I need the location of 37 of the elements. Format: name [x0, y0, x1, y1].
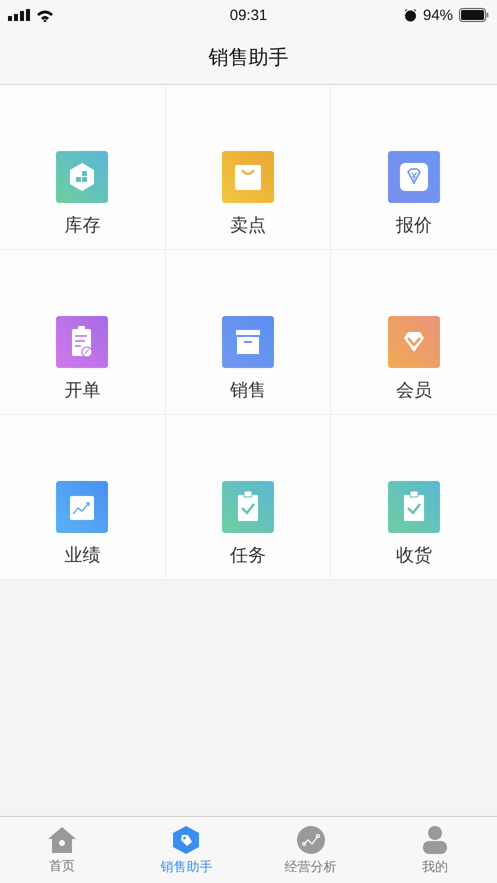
feature-tile[interactable]: 库存: [0, 85, 166, 250]
tile-label: 销售: [230, 379, 266, 402]
tile-label: 开单: [64, 379, 100, 402]
tile-label: 收货: [396, 544, 432, 567]
shopping-bag-icon: [222, 151, 274, 203]
home-icon: [47, 826, 78, 854]
tab-item[interactable]: 我的: [372, 817, 497, 883]
tile-label: 库存: [64, 214, 100, 237]
clipboard-pen-icon: [56, 316, 108, 368]
trend-chart-icon: [56, 481, 108, 533]
diamond-badge-icon: [388, 151, 440, 203]
tag-icon: [172, 824, 200, 854]
stock-icon: [56, 151, 108, 203]
tab-item[interactable]: 经营分析: [248, 817, 373, 883]
person-icon: [420, 824, 449, 854]
tile-label: 会员: [396, 379, 432, 402]
tab-item[interactable]: 首页: [0, 817, 124, 883]
clipboard-check-icon: [222, 481, 274, 533]
battery-icon: [459, 8, 490, 22]
feature-tile[interactable]: 卖点: [166, 85, 332, 250]
clock-time: 09:31: [230, 6, 268, 24]
feature-tile[interactable]: 任务: [166, 415, 332, 580]
tile-label: 报价: [396, 214, 432, 237]
tile-label: 业绩: [64, 544, 100, 567]
feature-tile[interactable]: 开单: [0, 250, 166, 415]
clipboard-check-icon: [388, 481, 440, 533]
line-graph-icon: [296, 824, 326, 854]
tile-label: 卖点: [230, 214, 266, 237]
feature-tile[interactable]: 业绩: [0, 415, 166, 580]
alarm-icon: [404, 8, 417, 22]
archive-box-icon: [222, 316, 274, 368]
wifi-icon: [36, 8, 54, 22]
feature-tile[interactable]: 销售: [166, 250, 332, 415]
battery-percent: 94%: [422, 6, 454, 24]
page-title: 销售助手: [208, 44, 288, 70]
tile-label: 任务: [230, 544, 266, 567]
signal-icon: [8, 9, 30, 21]
